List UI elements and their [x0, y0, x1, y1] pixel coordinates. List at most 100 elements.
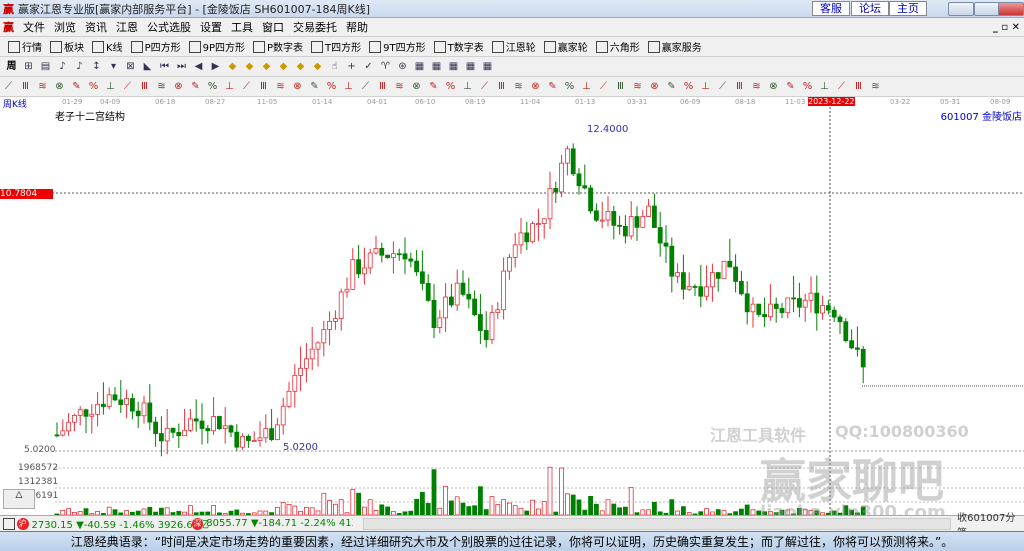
toolbar-t-square[interactable]: T四方形 — [311, 39, 361, 54]
tool-icon[interactable]: ▦ — [431, 61, 442, 72]
draw-tool-icon[interactable]: ✎ — [190, 81, 201, 92]
draw-tool-icon[interactable]: ⟋ — [479, 81, 490, 92]
tool-icon[interactable]: ▶ — [210, 61, 221, 72]
draw-tool-icon[interactable]: ⟋ — [717, 81, 728, 92]
toolbar-9p-square[interactable]: 9P四方形 — [188, 39, 245, 54]
draw-tool-icon[interactable]: % — [207, 81, 218, 92]
tool-icon[interactable]: ⊞ — [23, 61, 34, 72]
tool-icon[interactable]: ⏭ — [176, 61, 187, 72]
draw-tool-icon[interactable]: ⟋ — [3, 81, 14, 92]
draw-tool-icon[interactable]: Ⅲ — [377, 81, 388, 92]
draw-tool-icon[interactable]: % — [683, 81, 694, 92]
tool-icon[interactable]: ☝ — [329, 61, 340, 72]
menu-tools[interactable]: 工具 — [231, 19, 253, 35]
draw-tool-icon[interactable]: ⊥ — [819, 81, 830, 92]
draw-tool-icon[interactable]: ✎ — [666, 81, 677, 92]
tool-icon[interactable]: ◆ — [244, 61, 255, 72]
tool-icon[interactable]: ♪ — [74, 61, 85, 72]
toolbar-p-square[interactable]: P四方形 — [130, 39, 181, 54]
draw-tool-icon[interactable]: ⊥ — [105, 81, 116, 92]
draw-tool-icon[interactable]: ⊗ — [768, 81, 779, 92]
tool-icon[interactable]: ⊠ — [125, 61, 136, 72]
toolbar-gann-wheel[interactable]: 江恩轮 — [491, 39, 536, 54]
toolbar-sector[interactable]: 板块 — [50, 39, 84, 54]
tool-icon[interactable]: ◆ — [312, 61, 323, 72]
draw-tool-icon[interactable]: ⟋ — [241, 81, 252, 92]
draw-tool-icon[interactable]: Ⅲ — [734, 81, 745, 92]
draw-tool-icon[interactable]: ≋ — [156, 81, 167, 92]
expand-panel-button[interactable]: △ — [3, 489, 35, 509]
tool-icon[interactable]: ▾ — [108, 61, 119, 72]
minimize-button[interactable] — [948, 2, 974, 16]
tool-icon[interactable]: ▦ — [414, 61, 425, 72]
menu-news[interactable]: 资讯 — [85, 19, 107, 35]
draw-tool-icon[interactable]: ⟋ — [598, 81, 609, 92]
menu-formula[interactable]: 公式选股 — [147, 19, 191, 35]
tool-icon[interactable]: ◆ — [295, 61, 306, 72]
kline-chart[interactable]: 老子十二宫结构 601007 金陵饭店 10.7804 12.4000 5.02… — [0, 107, 1024, 523]
draw-tool-icon[interactable]: % — [802, 81, 813, 92]
draw-tool-icon[interactable]: Ⅲ — [853, 81, 864, 92]
tool-icon[interactable]: ⊛ — [397, 61, 408, 72]
draw-tool-icon[interactable]: Ⅲ — [258, 81, 269, 92]
draw-tool-icon[interactable]: ≋ — [275, 81, 286, 92]
menu-help[interactable]: 帮助 — [346, 19, 368, 35]
draw-tool-icon[interactable]: ⊥ — [462, 81, 473, 92]
toolbar-pn-table[interactable]: P数字表 — [253, 39, 303, 54]
draw-tool-icon[interactable]: ✎ — [428, 81, 439, 92]
menu-trade[interactable]: 交易委托 — [293, 19, 337, 35]
tool-icon[interactable]: ◆ — [278, 61, 289, 72]
mdi-window-controls[interactable]: _ ▫ ✕ — [993, 22, 1020, 33]
draw-tool-icon[interactable]: ≋ — [394, 81, 405, 92]
tool-icon[interactable]: ◣ — [142, 61, 153, 72]
draw-tool-icon[interactable]: ✎ — [309, 81, 320, 92]
tool-icon[interactable]: ⏮ — [159, 61, 170, 72]
tool-icon[interactable]: ▦ — [448, 61, 459, 72]
close-button[interactable] — [998, 2, 1024, 16]
menu-window[interactable]: 窗口 — [262, 19, 284, 35]
draw-tool-icon[interactable]: Ⅲ — [615, 81, 626, 92]
draw-tool-icon[interactable]: ⊗ — [173, 81, 184, 92]
draw-tool-icon[interactable]: ✎ — [547, 81, 558, 92]
draw-tool-icon[interactable]: ⊥ — [343, 81, 354, 92]
calculator-icon[interactable] — [3, 517, 15, 530]
draw-tool-icon[interactable]: % — [326, 81, 337, 92]
tool-icon[interactable]: ▦ — [482, 61, 493, 72]
draw-tool-icon[interactable]: Ⅲ — [20, 81, 31, 92]
tool-icon[interactable]: ↕ — [91, 61, 102, 72]
draw-tool-icon[interactable]: ✎ — [71, 81, 82, 92]
draw-tool-icon[interactable]: % — [445, 81, 456, 92]
draw-tool-icon[interactable]: ⊗ — [411, 81, 422, 92]
toolbar-9t-square[interactable]: 9T四方形 — [369, 39, 426, 54]
tool-icon[interactable]: ▤ — [40, 61, 51, 72]
draw-tool-icon[interactable]: % — [88, 81, 99, 92]
period-selector[interactable]: 周 — [6, 61, 17, 72]
draw-tool-icon[interactable]: Ⅲ — [139, 81, 150, 92]
menu-file[interactable]: 文件 — [23, 19, 45, 35]
home-link[interactable]: 主页 — [889, 1, 927, 16]
draw-tool-icon[interactable]: ⊗ — [530, 81, 541, 92]
draw-tool-icon[interactable]: ⊗ — [54, 81, 65, 92]
draw-tool-icon[interactable]: ⟋ — [122, 81, 133, 92]
toolbar-kline[interactable]: K线 — [92, 39, 123, 54]
draw-tool-icon[interactable]: ⟋ — [836, 81, 847, 92]
draw-tool-icon[interactable]: ⟋ — [360, 81, 371, 92]
draw-tool-icon[interactable]: ≋ — [870, 81, 881, 92]
draw-tool-icon[interactable]: ⊥ — [224, 81, 235, 92]
draw-tool-icon[interactable]: % — [564, 81, 575, 92]
toolbar-winner-wheel[interactable]: 赢家轮 — [543, 39, 588, 54]
toolbar-quote[interactable]: 行情 — [8, 39, 42, 54]
tool-icon[interactable]: ▦ — [465, 61, 476, 72]
draw-tool-icon[interactable]: ⊗ — [292, 81, 303, 92]
draw-tool-icon[interactable]: ✎ — [785, 81, 796, 92]
draw-tool-icon[interactable]: ⊥ — [581, 81, 592, 92]
tool-icon[interactable]: ♪ — [57, 61, 68, 72]
draw-tool-icon[interactable]: ⊗ — [649, 81, 660, 92]
tool-icon[interactable]: ◆ — [227, 61, 238, 72]
tool-icon[interactable]: ◆ — [261, 61, 272, 72]
tool-icon[interactable]: ◀ — [193, 61, 204, 72]
toolbar-hexagon[interactable]: 六角形 — [595, 39, 640, 54]
draw-tool-icon[interactable]: ≋ — [632, 81, 643, 92]
draw-tool-icon[interactable]: ≋ — [513, 81, 524, 92]
toolbar-tn-table[interactable]: T数字表 — [433, 39, 484, 54]
